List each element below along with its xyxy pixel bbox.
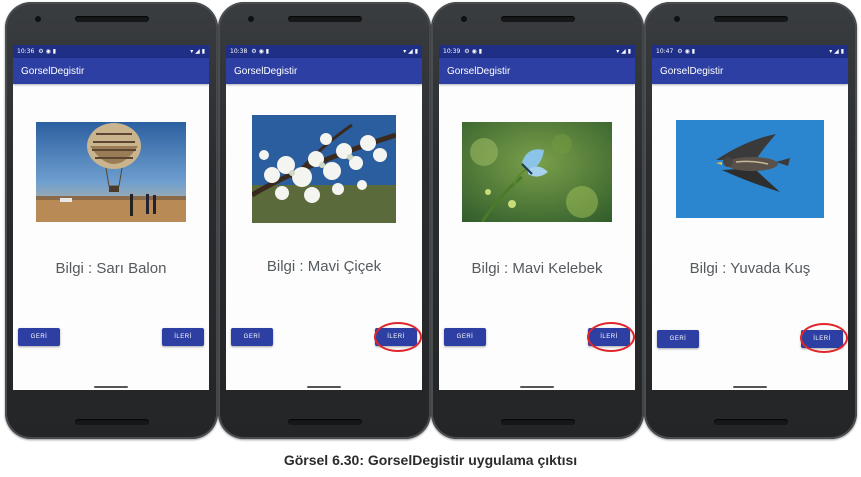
navigation-bar — [439, 380, 635, 390]
app-title: GorselDegistir — [21, 65, 85, 77]
system-icons: ▾ ◢ ▮ — [829, 48, 844, 55]
system-icons: ▾ ◢ ▮ — [190, 48, 205, 55]
status-bar: 10:36 ⚙ ◉ ▮ ▾ ◢ ▮ — [13, 45, 209, 58]
front-camera — [461, 16, 467, 22]
phone-screen: 10:47 ⚙ ◉ ▮ ▾ ◢ ▮ GorselDegistir Bilgi:… — [652, 45, 848, 390]
info-text: Bilgi : Sarı Balon — [55, 260, 167, 277]
phone-2: 10:38 ⚙ ◉ ▮ ▾ ◢ ▮ GorselDegistir Bilgi:… — [218, 2, 431, 439]
phone-screen: 10:39 ⚙ ◉ ▮ ▾ ◢ ▮ GorselDegistir Bilgi:… — [439, 45, 635, 390]
activity-content: Bilgi : Sarı Balon GERİ İLERİ — [13, 84, 209, 379]
home-gesture-pill[interactable] — [733, 386, 767, 388]
back-button[interactable]: GERİ — [18, 328, 60, 346]
falcon-photo — [676, 120, 824, 218]
next-button[interactable]: İLERİ — [801, 330, 843, 348]
navigation-bar — [13, 380, 209, 390]
home-gesture-pill[interactable] — [94, 386, 128, 388]
activity-content: Bilgi : Mavi Kelebek GERİ İLERİ — [439, 84, 635, 379]
earpiece-speaker — [713, 16, 788, 22]
home-gesture-pill[interactable] — [520, 386, 554, 388]
earpiece-speaker — [74, 16, 149, 22]
navigation-bar — [226, 380, 422, 390]
app-bar: GorselDegistir — [13, 58, 209, 84]
back-button[interactable]: GERİ — [231, 328, 273, 346]
info-text: Bilgi : Mavi Çiçek — [266, 258, 382, 275]
app-title: GorselDegistir — [447, 65, 511, 77]
bottom-speaker — [500, 419, 575, 425]
phone-screen: 10:36 ⚙ ◉ ▮ ▾ ◢ ▮ GorselDegistir Bilgi:… — [13, 45, 209, 390]
status-time: 10:36 — [17, 48, 35, 55]
app-title: GorselDegistir — [660, 65, 724, 77]
activity-content: Bilgi : Mavi Çiçek GERİ İLERİ — [226, 84, 422, 379]
home-gesture-pill[interactable] — [307, 386, 341, 388]
phone-4: 10:47 ⚙ ◉ ▮ ▾ ◢ ▮ GorselDegistir Bilgi:… — [644, 2, 857, 439]
notification-icons: ⚙ ◉ ▮ — [677, 48, 696, 55]
notification-icons: ⚙ ◉ ▮ — [464, 48, 483, 55]
app-bar: GorselDegistir — [652, 58, 848, 84]
status-time: 10:39 — [443, 48, 461, 55]
next-button[interactable]: İLERİ — [588, 328, 630, 346]
blue-butterfly-photo — [462, 122, 612, 222]
front-camera — [674, 16, 680, 22]
bottom-speaker — [713, 419, 788, 425]
phone-3: 10:39 ⚙ ◉ ▮ ▾ ◢ ▮ GorselDegistir Bilgi:… — [431, 2, 644, 439]
phones-row: 10:36 ⚙ ◉ ▮ ▾ ◢ ▮ GorselDegistir Bilgi:… — [0, 0, 861, 440]
bottom-speaker — [287, 419, 362, 425]
app-title: GorselDegistir — [234, 65, 298, 77]
activity-content: Bilgi : Yuvada Kuş GERİ İLERİ — [652, 84, 848, 379]
front-camera — [35, 16, 41, 22]
phone-screen: 10:38 ⚙ ◉ ▮ ▾ ◢ ▮ GorselDegistir Bilgi:… — [226, 45, 422, 390]
phone-1: 10:36 ⚙ ◉ ▮ ▾ ◢ ▮ GorselDegistir Bilgi:… — [5, 2, 218, 439]
status-bar: 10:47 ⚙ ◉ ▮ ▾ ◢ ▮ — [652, 45, 848, 58]
figure-caption: Görsel 6.30: GorselDegistir uygulama çık… — [283, 452, 578, 468]
system-icons: ▾ ◢ ▮ — [403, 48, 418, 55]
earpiece-speaker — [500, 16, 575, 22]
next-button[interactable]: İLERİ — [162, 328, 204, 346]
app-bar: GorselDegistir — [226, 58, 422, 84]
status-bar: 10:38 ⚙ ◉ ▮ ▾ ◢ ▮ — [226, 45, 422, 58]
status-time: 10:47 — [656, 48, 674, 55]
earpiece-speaker — [287, 16, 362, 22]
status-bar: 10:39 ⚙ ◉ ▮ ▾ ◢ ▮ — [439, 45, 635, 58]
info-text: Bilgi : Mavi Kelebek — [471, 260, 603, 277]
navigation-bar — [652, 380, 848, 390]
back-button[interactable]: GERİ — [444, 328, 486, 346]
hot-air-balloon-photo — [36, 122, 186, 222]
bottom-speaker — [74, 419, 149, 425]
app-bar: GorselDegistir — [439, 58, 635, 84]
info-text: Bilgi : Yuvada Kuş — [689, 260, 811, 277]
notification-icons: ⚙ ◉ ▮ — [251, 48, 270, 55]
status-time: 10:38 — [230, 48, 248, 55]
front-camera — [248, 16, 254, 22]
back-button[interactable]: GERİ — [657, 330, 699, 348]
notification-icons: ⚙ ◉ ▮ — [38, 48, 57, 55]
system-icons: ▾ ◢ ▮ — [616, 48, 631, 55]
blossom-branch-photo — [252, 115, 396, 223]
next-button[interactable]: İLERİ — [375, 328, 417, 346]
